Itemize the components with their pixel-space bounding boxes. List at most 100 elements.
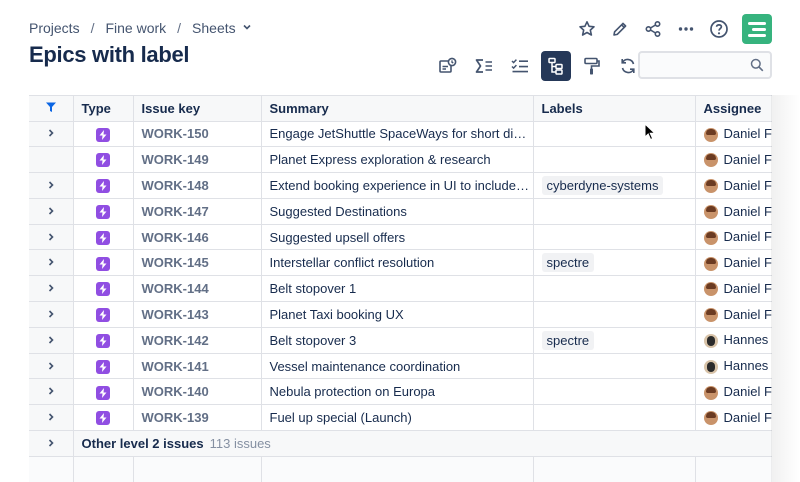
summary-cell[interactable]: Nebula protection on Europa	[261, 378, 534, 406]
chevron-right-icon[interactable]	[46, 256, 56, 270]
expand-cell[interactable]	[29, 378, 74, 406]
assignee-cell[interactable]: Daniel Fr	[695, 301, 772, 328]
expand-cell[interactable]	[29, 301, 74, 328]
expand-cell[interactable]	[29, 430, 74, 457]
assignee-cell[interactable]: Daniel Fr	[695, 404, 772, 432]
column-header-key[interactable]: Issue key	[133, 96, 262, 122]
labels-cell[interactable]	[533, 146, 696, 174]
hierarchy-icon[interactable]	[541, 51, 571, 81]
table-row[interactable]: WORK-146 Suggested upsell offers Daniel Fr	[29, 224, 772, 251]
expand-cell[interactable]	[29, 404, 74, 432]
issue-key[interactable]: WORK-147	[133, 198, 262, 225]
chevron-right-icon[interactable]	[46, 437, 56, 451]
table-row[interactable]: WORK-143 Planet Taxi booking UX Daniel Fr	[29, 301, 772, 328]
labels-cell[interactable]	[533, 224, 696, 251]
filter-list-icon[interactable]	[433, 51, 463, 81]
summary-cell[interactable]: Planet Express exploration & research	[261, 146, 534, 174]
search-icon[interactable]	[750, 58, 764, 77]
share-icon[interactable]	[638, 14, 668, 44]
issue-key[interactable]: WORK-143	[133, 301, 262, 328]
issue-key[interactable]: WORK-142	[133, 327, 262, 354]
sum-icon[interactable]	[469, 51, 499, 81]
issue-key[interactable]: WORK-150	[133, 121, 262, 148]
table-row[interactable]: WORK-140 Nebula protection on Europa Danie…	[29, 378, 772, 406]
column-header-labels[interactable]: Labels	[533, 96, 696, 122]
breadcrumb-project[interactable]: Fine work	[105, 20, 166, 36]
summary-cell[interactable]: Planet Taxi booking UX	[261, 301, 534, 328]
expand-cell[interactable]	[29, 327, 74, 354]
chevron-right-icon[interactable]	[46, 205, 56, 219]
assignee-cell[interactable]: Daniel Fr	[695, 249, 772, 277]
help-icon[interactable]	[704, 14, 734, 44]
summary-cell[interactable]: Suggested Destinations	[261, 198, 534, 225]
more-icon[interactable]	[671, 14, 701, 44]
assignee-cell[interactable]: Daniel Fr	[695, 198, 772, 225]
table-row[interactable]: WORK-144 Belt stopover 1 Daniel Fr	[29, 275, 772, 303]
pencil-icon[interactable]	[605, 14, 635, 44]
issue-key[interactable]: WORK-139	[133, 404, 262, 432]
expand-cell[interactable]	[29, 198, 74, 225]
summary-cell[interactable]: Belt stopover 3	[261, 327, 534, 354]
assignee-cell[interactable]: Daniel Fr	[695, 378, 772, 406]
labels-cell[interactable]: spectre	[533, 327, 696, 354]
label-chip[interactable]: spectre	[541, 330, 595, 350]
filter-icon[interactable]	[45, 101, 57, 116]
assignee-cell[interactable]: Daniel Fr	[695, 146, 772, 174]
expand-cell[interactable]	[29, 172, 74, 199]
labels-cell[interactable]	[533, 301, 696, 328]
column-header-summary[interactable]: Summary	[261, 96, 534, 122]
filter-header-cell[interactable]	[29, 96, 74, 122]
chevron-right-icon[interactable]	[46, 360, 56, 374]
labels-cell[interactable]	[533, 121, 696, 148]
assignee-cell[interactable]: Daniel Fr	[695, 172, 772, 199]
table-row[interactable]: WORK-145 Interstellar conflict resolution…	[29, 249, 772, 277]
table-row[interactable]: WORK-147 Suggested Destinations Daniel Fr	[29, 198, 772, 225]
summary-cell[interactable]: Fuel up special (Launch)	[261, 404, 534, 432]
table-row[interactable]: WORK-139 Fuel up special (Launch) Daniel F…	[29, 404, 772, 432]
checklist-icon[interactable]	[505, 51, 535, 81]
issue-key[interactable]: WORK-144	[133, 275, 262, 303]
labels-cell[interactable]	[533, 353, 696, 380]
chevron-right-icon[interactable]	[46, 308, 56, 322]
issue-key[interactable]: WORK-140	[133, 378, 262, 406]
labels-cell[interactable]: cyberdyne-systems	[533, 172, 696, 199]
breadcrumb-view[interactable]: Sheets	[192, 20, 236, 36]
summary-cell[interactable]: Vessel maintenance coordination	[261, 353, 534, 380]
assignee-cell[interactable]: Daniel Fr	[695, 121, 772, 148]
paint-roller-icon[interactable]	[577, 51, 607, 81]
chevron-right-icon[interactable]	[46, 282, 56, 296]
chevron-right-icon[interactable]	[46, 179, 56, 193]
summary-cell[interactable]: Interstellar conflict resolution	[261, 249, 534, 277]
issue-key[interactable]: WORK-145	[133, 249, 262, 277]
other-issues-row[interactable]: Other level 2 issues 113 issues	[29, 430, 772, 457]
breadcrumb-projects[interactable]: Projects	[29, 20, 80, 36]
labels-cell[interactable]	[533, 404, 696, 432]
table-row[interactable]: WORK-149 Planet Express exploration & res…	[29, 146, 772, 174]
labels-cell[interactable]	[533, 378, 696, 406]
chevron-right-icon[interactable]	[46, 411, 56, 425]
table-row[interactable]: WORK-148 Extend booking experience in UI …	[29, 172, 772, 199]
chevron-right-icon[interactable]	[46, 127, 56, 141]
issue-key[interactable]: WORK-141	[133, 353, 262, 380]
search-input[interactable]	[640, 53, 744, 77]
assignee-cell[interactable]: Hannes (	[695, 353, 772, 380]
issue-key[interactable]: WORK-146	[133, 224, 262, 251]
table-row[interactable]: WORK-141 Vessel maintenance coordination H…	[29, 353, 772, 380]
expand-cell[interactable]	[29, 275, 74, 303]
labels-cell[interactable]	[533, 275, 696, 303]
issue-key[interactable]: WORK-148	[133, 172, 262, 199]
chevron-right-icon[interactable]	[46, 334, 56, 348]
summary-cell[interactable]: Suggested upsell offers	[261, 224, 534, 251]
expand-cell[interactable]	[29, 353, 74, 380]
expand-cell[interactable]	[29, 146, 74, 174]
assignee-cell[interactable]: Daniel Fr	[695, 275, 772, 303]
chevron-right-icon[interactable]	[46, 231, 56, 245]
assignee-cell[interactable]: Hannes (	[695, 327, 772, 354]
column-header-assignee[interactable]: Assignee	[695, 96, 772, 122]
labels-cell[interactable]: spectre	[533, 249, 696, 277]
expand-cell[interactable]	[29, 224, 74, 251]
labels-cell[interactable]	[533, 198, 696, 225]
column-header-type[interactable]: Type	[73, 96, 134, 122]
summary-cell[interactable]: Belt stopover 1	[261, 275, 534, 303]
chevron-down-icon[interactable]	[242, 22, 252, 35]
